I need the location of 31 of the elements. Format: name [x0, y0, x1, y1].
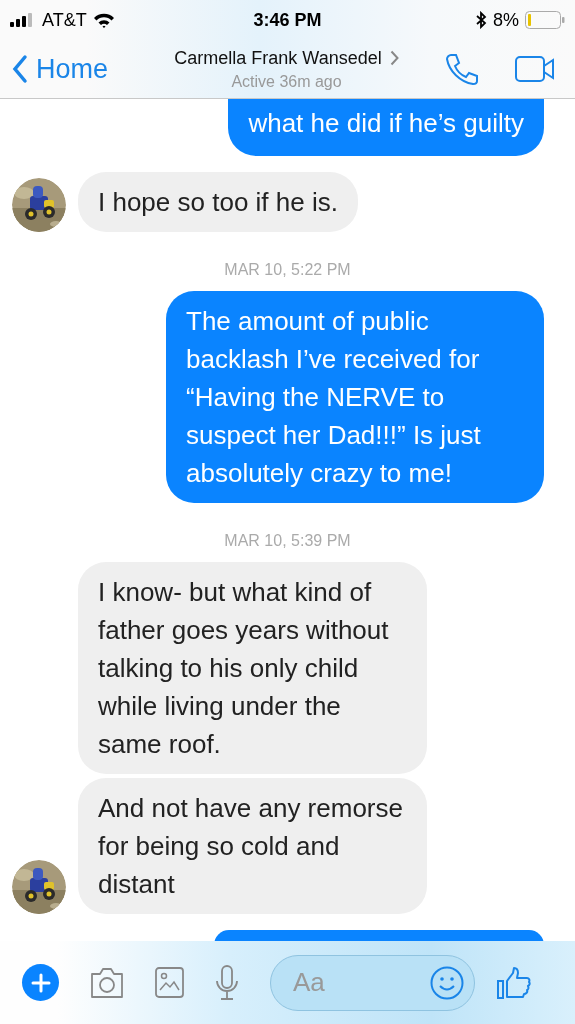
message-bubble: I know- but what kind of father goes years without talking to his only child while living under the same roof.: [78, 562, 427, 774]
microphone-button[interactable]: [214, 964, 240, 1001]
emoji-icon[interactable]: [430, 965, 464, 1000]
chevron-left-icon: [12, 54, 28, 84]
timestamp: MAR 10, 5:22 PM: [224, 261, 351, 279]
phone-icon[interactable]: [445, 53, 479, 85]
image-icon: [155, 967, 184, 998]
timestamp: MAR 10, 5:39 PM: [224, 532, 351, 550]
battery-percent: 8%: [493, 9, 519, 31]
camera-icon: [89, 966, 125, 999]
carrier-name: AT&T: [42, 9, 87, 31]
message-bubble: The amount of public backlash I’ve received for “Having the NERVE to suspect her Dad!!!” Is just absolutely crazy to me!: [166, 291, 544, 503]
plus-icon: [30, 972, 51, 993]
camera-button[interactable]: [89, 966, 125, 999]
wifi-icon: [92, 12, 115, 28]
microphone-icon: [214, 964, 240, 1001]
battery-icon: [525, 11, 565, 29]
message-bubble: I hope so too if he is.: [78, 172, 358, 232]
chevron-right-icon: [389, 50, 399, 66]
contact-name[interactable]: Carmella Frank Wansedel: [174, 47, 382, 69]
bluetooth-icon: [476, 11, 487, 29]
message-field[interactable]: Aa: [270, 954, 475, 1011]
active-status: Active 36m ago: [231, 72, 342, 91]
thumbs-up-icon[interactable]: [497, 966, 531, 999]
clock-time: 3:46 PM: [253, 9, 322, 31]
back-button[interactable]: Home: [12, 53, 109, 85]
video-camera-icon[interactable]: [515, 56, 555, 82]
add-button[interactable]: [22, 964, 59, 1001]
message-bubble: what he did if he’s guilty: [228, 98, 544, 156]
gallery-button[interactable]: [155, 967, 184, 998]
message-bubble: And not have any remorse for being so cold and distant: [78, 778, 427, 914]
